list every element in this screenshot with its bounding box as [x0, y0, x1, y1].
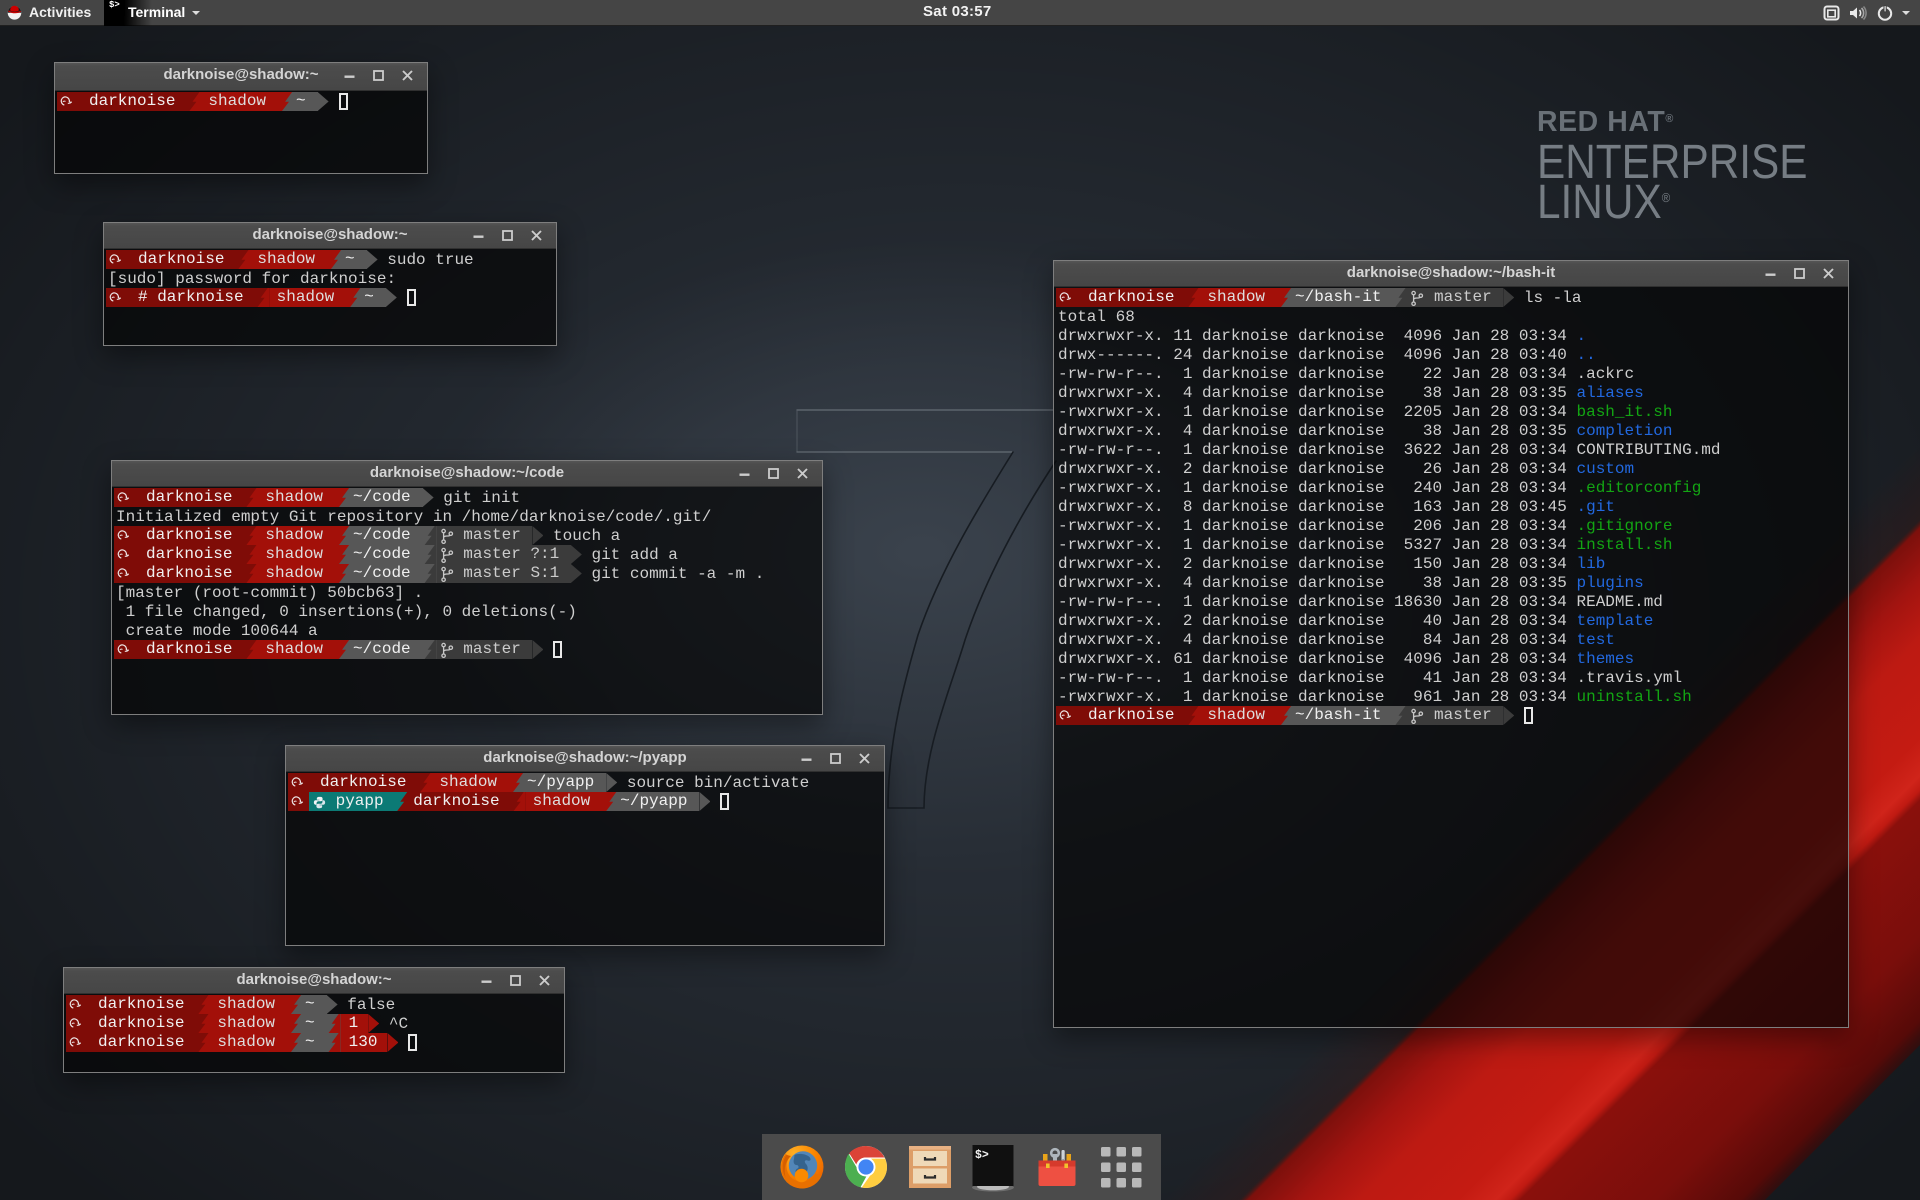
svg-text:$>: $>	[975, 1149, 989, 1162]
svg-text:$>: $>	[109, 0, 120, 10]
